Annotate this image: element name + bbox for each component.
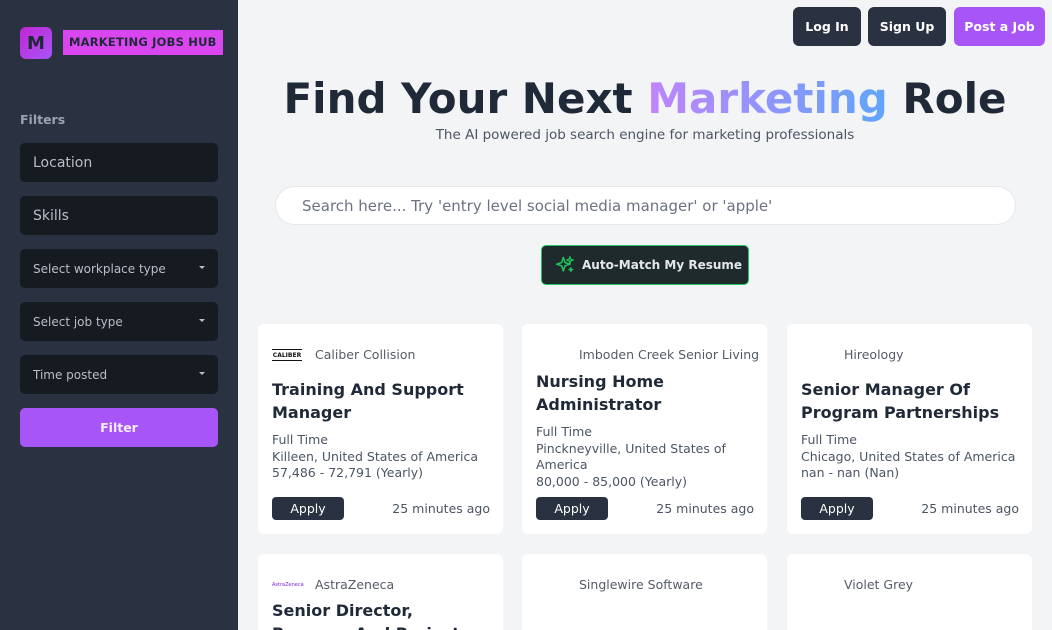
workplace-type-select[interactable]: Select workplace type xyxy=(20,249,218,288)
job-salary: nan - nan (Nan) xyxy=(801,465,900,480)
company-logo: AstraZeneca xyxy=(272,582,304,588)
company-name: Violet Grey xyxy=(844,577,914,592)
apply-button[interactable]: Apply xyxy=(801,497,873,520)
signup-button[interactable]: Sign Up xyxy=(868,7,946,46)
page-subtitle: The AI powered job search engine for mar… xyxy=(435,127,855,143)
job-location: Killeen, United States of America xyxy=(272,448,479,464)
job-card[interactable]: Imboden Creek Senior Living Nursing Home… xyxy=(522,324,767,534)
sparkles-icon xyxy=(555,256,574,273)
posted-time: 25 minutes ago xyxy=(656,501,754,516)
post-job-button[interactable]: Post a Job xyxy=(954,7,1045,46)
job-card[interactable]: Singlewire Software xyxy=(522,554,767,630)
posted-time: 25 minutes ago xyxy=(392,501,490,516)
brand-name[interactable]: MARKETING JOBS HUB xyxy=(63,30,223,55)
job-type: Full Time xyxy=(801,432,857,447)
job-card[interactable]: CALIBER Caliber Collision Training And S… xyxy=(258,324,503,534)
company-name: Singlewire Software xyxy=(579,577,703,592)
job-title[interactable]: Senior Manager Of Program Partnerships xyxy=(801,378,1001,424)
job-card[interactable]: Hireology Senior Manager Of Program Part… xyxy=(787,324,1032,534)
search-input[interactable]: Search here... Try 'entry level social m… xyxy=(275,186,1016,225)
job-title[interactable]: Senior Director, Program And Project xyxy=(272,599,492,630)
chevron-down-icon xyxy=(199,266,205,269)
time-posted-label: Time posted xyxy=(33,367,108,382)
sidebar: M MARKETING JOBS HUB Filters Location Sk… xyxy=(0,0,238,630)
chevron-down-icon xyxy=(199,372,205,375)
job-type: Full Time xyxy=(536,424,592,439)
auto-match-button[interactable]: Auto-Match My Resume xyxy=(541,245,749,285)
job-type-select[interactable]: Select job type xyxy=(20,302,218,341)
company-name: Imboden Creek Senior Living xyxy=(579,347,760,362)
title-part: Find Your Next xyxy=(283,74,648,123)
job-card[interactable]: Violet Grey xyxy=(787,554,1032,630)
job-title[interactable]: Nursing Home Administrator xyxy=(536,370,756,416)
chevron-down-icon xyxy=(199,319,205,322)
login-button[interactable]: Log In xyxy=(793,7,861,46)
filter-button[interactable]: Filter xyxy=(20,408,218,447)
logo-icon[interactable]: M xyxy=(20,27,52,59)
title-part: Role xyxy=(887,74,1007,123)
company-name: AstraZeneca xyxy=(315,577,395,592)
filters-title: Filters xyxy=(20,112,66,127)
workplace-type-label: Select workplace type xyxy=(33,261,166,276)
job-salary: 57,486 - 72,791 (Yearly) xyxy=(272,465,423,480)
job-card[interactable]: AstraZeneca AstraZeneca Senior Director,… xyxy=(258,554,503,630)
location-input[interactable]: Location xyxy=(20,143,218,182)
logo-letter: M xyxy=(27,32,45,54)
page-title: Find Your Next Marketing Role xyxy=(238,74,1052,123)
skills-input[interactable]: Skills xyxy=(20,196,218,235)
company-name: Hireology xyxy=(844,347,904,362)
apply-button[interactable]: Apply xyxy=(536,497,608,520)
company-logo: CALIBER xyxy=(272,349,302,361)
job-salary: 80,000 - 85,000 (Yearly) xyxy=(536,473,687,489)
title-accent: Marketing xyxy=(647,74,888,123)
job-location: Pinckneyville, United States of America xyxy=(536,440,726,473)
job-type: Full Time xyxy=(272,432,328,447)
job-type-label: Select job type xyxy=(33,314,123,329)
time-posted-select[interactable]: Time posted xyxy=(20,355,218,394)
company-name: Caliber Collision xyxy=(315,347,416,362)
posted-time: 25 minutes ago xyxy=(921,501,1019,516)
apply-button[interactable]: Apply xyxy=(272,497,344,520)
auto-match-label: Auto-Match My Resume xyxy=(582,258,743,272)
job-location: Chicago, United States of America xyxy=(801,448,1016,464)
job-title[interactable]: Training And Support Manager xyxy=(272,378,492,424)
